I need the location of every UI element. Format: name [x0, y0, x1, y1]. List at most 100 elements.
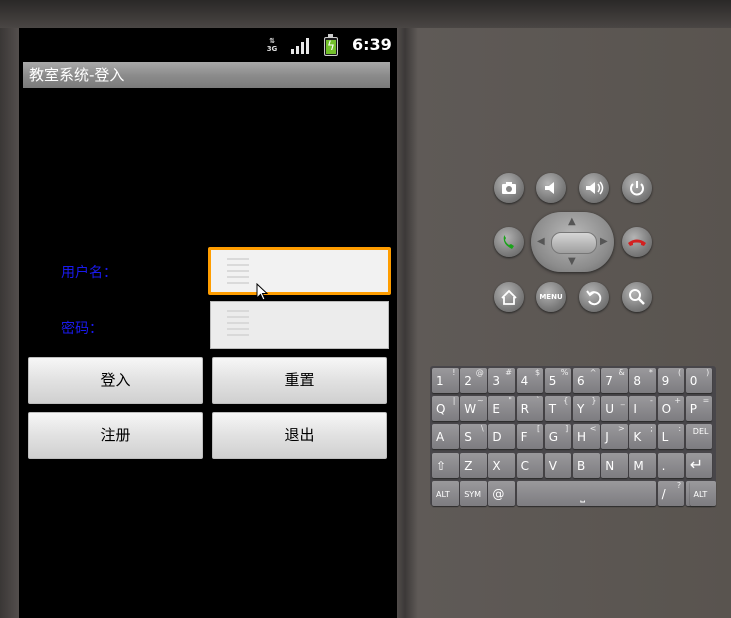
- key-DEL[interactable]: DEL: [685, 424, 713, 450]
- key-2[interactable]: 2 @: [460, 368, 487, 393]
- key-6[interactable]: 6 ^: [573, 368, 600, 393]
- key-E[interactable]: E ": [488, 396, 515, 422]
- key-G[interactable]: G]: [544, 424, 572, 450]
- key-alt-label: ?: [676, 480, 682, 490]
- register-button[interactable]: 注册: [28, 412, 203, 459]
- key-main-label: F: [520, 430, 528, 445]
- power-button[interactable]: [622, 173, 652, 203]
- key-⇧[interactable]: ⇧: [432, 452, 459, 478]
- dpad-right-icon[interactable]: ▶: [600, 236, 608, 247]
- back-button[interactable]: [579, 282, 609, 312]
- key-alt-label: |: [452, 396, 456, 406]
- search-button[interactable]: [622, 282, 652, 312]
- key-main-label: 8: [633, 374, 642, 388]
- key-U[interactable]: U _: [601, 396, 628, 422]
- key-alt-left[interactable]: ALT: [432, 480, 459, 506]
- dpad-down-icon[interactable]: ▼: [568, 256, 576, 267]
- dpad-up-icon[interactable]: ▲: [568, 216, 576, 227]
- volume-down-button[interactable]: [536, 173, 566, 203]
- key-at[interactable]: @: [488, 480, 515, 506]
- key-Y[interactable]: Y}: [573, 396, 600, 422]
- key-alt-label: >: [617, 424, 625, 434]
- key-main-label: DEL: [692, 427, 709, 437]
- key-alt-label: %: [560, 368, 569, 377]
- key-7[interactable]: 7 &: [601, 368, 628, 393]
- key-main-label: @: [492, 486, 505, 501]
- key-alt-label: *: [648, 368, 653, 377]
- key-alt-label: ;: [650, 424, 653, 434]
- key-alt-label: @: [475, 368, 484, 377]
- call-button[interactable]: [494, 227, 524, 257]
- exit-button[interactable]: 退出: [212, 412, 387, 459]
- key-3[interactable]: 3 #: [488, 368, 515, 393]
- key-alt-label: ~: [476, 396, 484, 406]
- battery-icon: ϟ: [324, 34, 338, 56]
- volume-up-button[interactable]: [579, 173, 609, 203]
- volume-up-icon: [586, 181, 604, 195]
- key-N[interactable]: N: [601, 452, 628, 478]
- key-B[interactable]: B: [573, 452, 600, 478]
- password-input[interactable]: [210, 301, 389, 349]
- key-main-label: X: [492, 458, 501, 473]
- login-button[interactable]: 登入: [28, 357, 203, 404]
- key-main-label: ↵: [689, 454, 704, 474]
- key-↵[interactable]: ↵: [685, 452, 713, 478]
- key-S[interactable]: S \: [460, 424, 487, 450]
- key-9[interactable]: 9(: [657, 368, 685, 393]
- phone-call-icon: [503, 235, 514, 249]
- reset-button[interactable]: 重置: [212, 357, 387, 404]
- key-main-label: M: [633, 458, 644, 473]
- menu-button[interactable]: MENU: [536, 282, 566, 312]
- key-I[interactable]: I-: [629, 396, 656, 422]
- key-4[interactable]: 4 $: [516, 368, 544, 393]
- back-icon: [586, 290, 602, 306]
- key-main-label: /: [661, 486, 666, 501]
- key-Z[interactable]: Z: [460, 452, 487, 478]
- key-space[interactable]: ⎵: [516, 480, 656, 506]
- key-8[interactable]: 8 *: [629, 368, 656, 393]
- key-C[interactable]: C: [516, 452, 544, 478]
- home-button[interactable]: [494, 282, 524, 312]
- search-icon: [629, 289, 645, 305]
- key-main-label: ⇧: [436, 458, 447, 473]
- key-0[interactable]: 0): [685, 368, 713, 393]
- key-main-label: Q: [436, 402, 446, 417]
- key-5[interactable]: 5%: [544, 368, 572, 393]
- camera-button[interactable]: [494, 173, 524, 203]
- key-T[interactable]: T{: [544, 396, 572, 422]
- key-.[interactable]: .: [657, 452, 685, 478]
- key-M[interactable]: M: [629, 452, 656, 478]
- key-J[interactable]: J >: [601, 424, 628, 450]
- network-label: 3G: [266, 45, 278, 53]
- key-alt-label: _: [620, 396, 625, 406]
- key-X[interactable]: X: [488, 452, 515, 478]
- key-alt-label: ]: [565, 424, 569, 434]
- username-input[interactable]: [208, 247, 391, 295]
- key-sym[interactable]: SYM: [460, 480, 487, 506]
- dpad-left-icon[interactable]: ◀: [537, 236, 545, 247]
- key-W[interactable]: W ~: [460, 396, 487, 422]
- key-1[interactable]: 1!: [432, 368, 459, 393]
- key-main-label: ⎵: [580, 488, 586, 503]
- key-F[interactable]: F[: [516, 424, 544, 450]
- key-alt-label: &: [618, 368, 625, 377]
- key-D[interactable]: D: [488, 424, 515, 450]
- key-main-label: G: [548, 430, 559, 445]
- end-call-button[interactable]: [622, 227, 652, 257]
- key-H[interactable]: H <: [573, 424, 600, 450]
- key-alt-right[interactable]: ALT: [689, 480, 716, 506]
- dpad-center-button[interactable]: [551, 232, 597, 254]
- key-P[interactable]: P =: [685, 396, 713, 422]
- key-R[interactable]: R `: [516, 396, 544, 422]
- key-main-label: W: [464, 402, 477, 417]
- key-Q[interactable]: Q |: [432, 396, 459, 422]
- key-V[interactable]: V: [544, 452, 572, 478]
- key-main-label: 0: [689, 374, 698, 388]
- key-L[interactable]: L:: [657, 424, 685, 450]
- key-A[interactable]: A: [432, 424, 459, 450]
- key-slash[interactable]: /?: [657, 480, 685, 506]
- key-main-label: 2: [464, 374, 472, 388]
- key-O[interactable]: O +: [657, 396, 685, 422]
- key-K[interactable]: K;: [629, 424, 656, 450]
- key-alt-label: ): [706, 368, 710, 377]
